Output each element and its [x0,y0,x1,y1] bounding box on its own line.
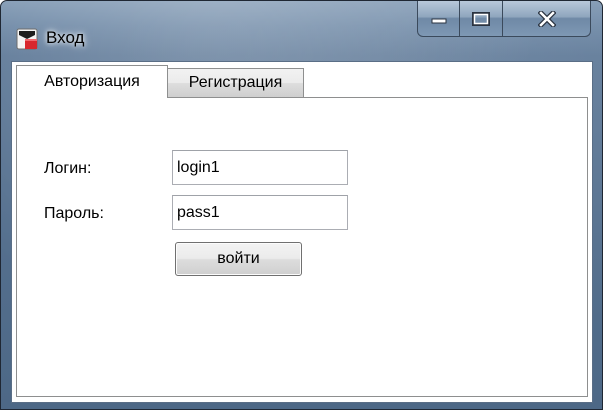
tab-registration[interactable]: Регистрация [168,68,304,98]
login-field[interactable] [172,150,348,185]
client-area: Авторизация Регистрация Логин: Пароль: в… [11,61,593,403]
close-icon [537,10,556,27]
login-button[interactable]: войти [175,242,302,276]
login-window: Вход Авторизация Регистрация Логин: logi… [0,0,603,410]
password-label: Пароль: [44,205,104,222]
minimize-button[interactable] [417,1,460,37]
maximize-icon [472,11,490,26]
authorization-tab-page: Логин: Пароль: войти [16,97,588,397]
window-title: Вход [46,28,85,47]
minimize-icon [431,18,446,23]
caption-buttons [417,1,591,37]
tab-authorization-label: Авторизация [44,73,140,90]
close-button[interactable] [503,1,591,37]
title-bar[interactable]: Вход [1,1,602,53]
tab-registration-label: Регистрация [188,74,283,91]
tab-authorization[interactable]: Авторизация [16,65,168,98]
login-label: Логин: [44,160,92,177]
app-icon [16,28,38,50]
maximize-button[interactable] [460,1,503,37]
password-field[interactable] [172,195,348,230]
